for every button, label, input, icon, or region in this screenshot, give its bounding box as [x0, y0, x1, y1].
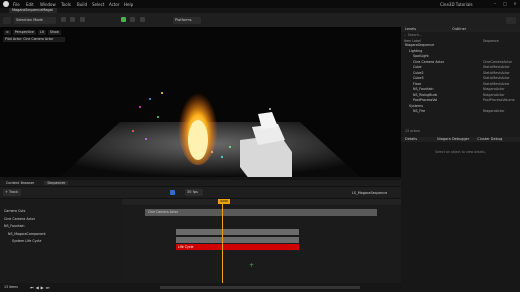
track-row[interactable]: NS_MagaraComponent — [0, 231, 122, 239]
search-icon: ⌕ — [404, 33, 406, 37]
menu-tools[interactable]: Tools — [61, 2, 71, 7]
tab-sequencer[interactable]: Sequencer — [44, 181, 69, 185]
title-bar: File Edit Window Tools Build Select Acto… — [0, 0, 520, 8]
level-viewport[interactable]: ≡ Perspective Lit Show Pilot Actor: Cine… — [0, 27, 401, 177]
details-panel: Details Niagara Debugger Cluster Debug S… — [401, 137, 520, 292]
fire-core — [188, 120, 208, 160]
outliner-item-label: Systems — [409, 103, 424, 108]
track-row[interactable]: System Life Cycle — [0, 238, 122, 246]
item-count: 13 items — [4, 285, 18, 289]
menu-select[interactable]: Select — [92, 2, 104, 7]
tab-content-browser[interactable]: Content Browser — [6, 181, 34, 185]
outliner-item-label: Cube2 — [413, 70, 424, 75]
cinematics-icon[interactable] — [79, 17, 85, 22]
viewport-toolbar: ≡ Perspective Lit Show — [4, 30, 63, 35]
track-label: Camera Cuts — [4, 209, 26, 213]
tab-niagara-debugger[interactable]: Niagara Debugger — [437, 137, 469, 142]
save-icon[interactable] — [3, 16, 11, 24]
fps-dropdown[interactable]: 30 fps — [185, 189, 203, 196]
outliner-item-label: Cube — [413, 65, 422, 69]
timeline-scrollbar[interactable] — [160, 286, 360, 289]
track-list: Camera Cuts Cine Camera Actor NS_Fountain N… — [0, 199, 122, 283]
menu-build[interactable]: Build — [77, 2, 87, 7]
time-ruler[interactable] — [122, 199, 401, 205]
track-row[interactable]: Cine Camera Actor — [0, 216, 122, 224]
col-type[interactable]: Sequence — [483, 39, 499, 43]
outliner-item-label: Lighting — [409, 48, 423, 53]
outliner-item-label: NS_Fire — [413, 109, 426, 113]
mode-dropdown[interactable]: Selection Mode — [14, 16, 56, 24]
project-name: Cine3D Tutorials — [440, 1, 473, 7]
outliner-item-label: Cube3 — [413, 76, 424, 80]
track-label: Cine Camera Actor — [4, 216, 36, 221]
sequence-name: LS_MagaraSequence — [352, 190, 388, 195]
outliner-item-label: PostProcessVol — [413, 98, 438, 102]
lit-button[interactable]: Lit — [37, 30, 46, 35]
outliner-item-label: Cine Camera Actor — [413, 59, 445, 64]
tab-details[interactable]: Details — [405, 137, 417, 142]
sequencer-tabs: Content Browser Sequencer — [0, 180, 401, 186]
track-label: NS_MagaraComponent — [8, 231, 46, 236]
viewport-menu-icon[interactable]: ≡ — [4, 30, 11, 35]
add-content-icon[interactable] — [61, 17, 66, 22]
platforms-button[interactable]: Platforms — [173, 16, 201, 24]
outliner-item-label: SpotLight — [413, 54, 429, 58]
transport-controls[interactable]: ⏮◀▶⏭ — [30, 285, 51, 290]
perspective-button[interactable]: Perspective — [12, 30, 36, 35]
outliner-item-label: NiagaraSequence — [405, 43, 435, 47]
crosshair-icon: + — [249, 262, 255, 269]
add-track-button[interactable]: + Track — [3, 189, 21, 196]
actor-count: 13 actors — [405, 129, 420, 133]
camera-cut-bar[interactable]: Cine Camera Actor — [145, 209, 377, 216]
details-empty-text: Select an object to view details. — [435, 150, 486, 154]
tab-outliner[interactable]: Outliner — [452, 27, 466, 32]
tab-cluster-debug[interactable]: Cluster Debug — [477, 137, 502, 142]
col-item-label[interactable]: Item Label — [404, 39, 421, 43]
minimize-icon[interactable]: – — [492, 1, 498, 7]
menu-window[interactable]: Window — [40, 2, 56, 7]
track-row[interactable]: Camera Cuts — [0, 208, 122, 216]
menu-help[interactable]: Help — [124, 2, 133, 7]
play-icon[interactable] — [121, 17, 126, 22]
tab-levels[interactable]: Levels — [405, 27, 416, 32]
sequencer-statusbar: 13 items ⏮◀▶⏭ — [0, 283, 401, 292]
timeline[interactable]: Cine Camera Actor Life Cycle 0090 + — [122, 199, 401, 283]
skip-icon[interactable] — [130, 17, 136, 22]
outliner-item-label: NS_Fountain — [413, 87, 434, 91]
snap-icon[interactable] — [170, 190, 175, 195]
outliner-item-label: Floor — [413, 81, 422, 86]
outliner-item-type: NiagaraActor — [483, 109, 505, 113]
outliner-item[interactable]: NS_Fire NiagaraActor — [401, 109, 520, 115]
playhead-frame[interactable]: 0090 — [218, 199, 230, 204]
track-label: System Life Cycle — [12, 239, 42, 243]
outliner-item-label: NS_RisingBurb — [413, 92, 438, 97]
close-icon[interactable]: × — [512, 1, 518, 7]
main-toolbar: Selection Mode Platforms — [0, 13, 520, 27]
maximize-icon[interactable]: □ — [502, 1, 508, 7]
track-label: NS_Fountain — [4, 224, 25, 228]
viewport-scene — [60, 85, 360, 177]
outliner-list: NiagaraSequence Lighting SpotLight Cine Cam… — [401, 43, 520, 115]
component-bar[interactable] — [176, 237, 299, 243]
settings-icon[interactable] — [506, 16, 516, 24]
menu-file[interactable]: File — [13, 2, 20, 7]
stop-icon[interactable] — [139, 17, 145, 22]
details-tabs: Details Niagara Debugger Cluster Debug — [401, 137, 520, 142]
sequencer-toolbar: + Track 30 fps LS_MagaraSequence — [0, 187, 401, 198]
pilot-label: Pilot Actor: Cine Camera Actor — [3, 37, 65, 42]
show-button[interactable]: Show — [47, 30, 61, 35]
outliner-panel: Levels Outliner ⌕ Search... Item Label S… — [401, 27, 520, 137]
actor-bar[interactable] — [176, 229, 299, 235]
play-controls — [121, 17, 145, 23]
blueprint-icon[interactable] — [70, 17, 76, 22]
cube-stack — [240, 112, 292, 177]
unreal-logo-icon — [3, 1, 9, 7]
tool-icons — [61, 17, 85, 23]
playhead[interactable] — [222, 199, 223, 283]
menu-edit[interactable]: Edit — [26, 2, 34, 7]
search-input[interactable]: Search... — [408, 33, 422, 37]
track-row[interactable]: NS_Fountain — [0, 223, 122, 231]
lifecycle-bar[interactable]: Life Cycle — [176, 244, 299, 250]
menu-actor[interactable]: Actor — [109, 2, 120, 7]
